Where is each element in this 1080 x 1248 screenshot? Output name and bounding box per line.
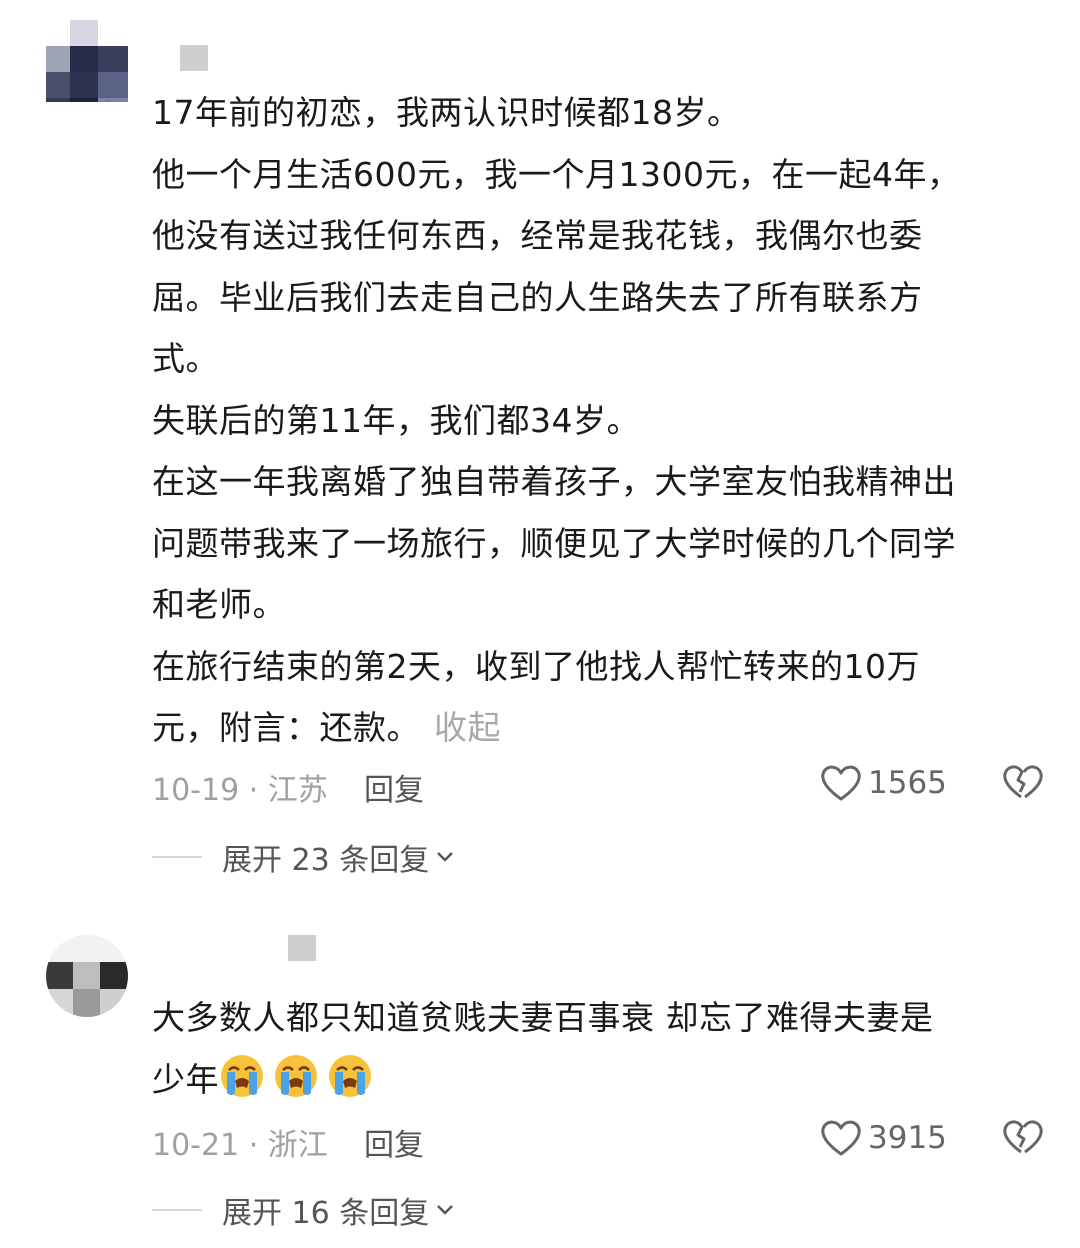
like-count: 3915	[868, 1120, 947, 1156]
loudly-crying-face-emoji	[221, 1054, 263, 1097]
comment-line: 大多数人都只知道贫贱夫妻百事衰 却忘了难得夫妻是	[152, 998, 934, 1037]
expand-replies[interactable]: 展开 16 条回复	[152, 1188, 455, 1232]
loudly-crying-face-emoji	[329, 1054, 371, 1097]
divider-line	[152, 1209, 202, 1211]
comment-text: 17年前的初恋，我两认识时候都18岁。 他一个月生活600元，我一个月1300元…	[152, 82, 1052, 759]
loudly-crying-face-emoji	[275, 1054, 317, 1097]
comment-text: 大多数人都只知道贫贱夫妻百事衰 却忘了难得夫妻是 少年	[152, 987, 1052, 1110]
heart-outline-icon	[821, 1120, 861, 1156]
expand-replies[interactable]: 展开 23 条回复	[152, 835, 455, 879]
comment-last-text: 元，附言：还款。	[152, 708, 420, 747]
date-location: 10-21 · 浙江	[152, 1128, 328, 1163]
avatar[interactable]	[46, 935, 128, 1017]
username-redacted[interactable]	[180, 45, 208, 71]
comment-line: 屈。毕业后我们去走自己的人生路失去了所有联系方	[152, 277, 923, 317]
comment-line: 他一个月生活600元，我一个月1300元，在一起4年，	[152, 154, 961, 194]
comment-line: 少年	[152, 1049, 1052, 1111]
comment-line: 在这一年我离婚了独自带着孩子，大学室友怕我精神出	[152, 462, 956, 501]
username-redacted[interactable]	[288, 935, 316, 961]
like-count: 1565	[868, 765, 947, 801]
date-location: 10-19 · 江苏	[152, 773, 328, 808]
reply-button[interactable]: 回复	[364, 765, 424, 809]
comment-line: 和老师。	[152, 585, 286, 624]
heart-outline-icon	[821, 765, 861, 801]
dislike-button[interactable]	[1002, 764, 1044, 806]
like-button[interactable]: 1565	[820, 764, 947, 802]
expand-label: 展开 16 条回复	[222, 1196, 430, 1231]
comment-line-last: 元，附言：还款。 收起	[152, 697, 1052, 759]
broken-heart-icon	[1003, 1120, 1043, 1154]
comment-line-text: 少年	[152, 1059, 219, 1099]
like-button[interactable]: 3915	[820, 1119, 947, 1157]
comment-line: 他没有送过我任何东西，经常是我花钱，我偶尔也委	[152, 216, 923, 255]
collapse-link[interactable]: 收起	[434, 708, 501, 747]
comment-line: 式。	[152, 339, 219, 378]
chevron-down-icon	[437, 852, 454, 862]
divider-line	[152, 856, 202, 858]
expand-label: 展开 23 条回复	[222, 843, 430, 878]
comment-line: 在旅行结束的第2天，收到了他找人帮忙转来的10万	[152, 646, 920, 686]
broken-heart-icon	[1003, 765, 1043, 799]
dislike-button[interactable]	[1002, 1119, 1044, 1161]
comment-line: 失联后的第11年，我们都34岁。	[152, 400, 640, 440]
chevron-down-icon	[437, 1205, 454, 1215]
avatar[interactable]	[46, 20, 128, 102]
comment-line: 17年前的初恋，我两认识时候都18岁。	[152, 93, 741, 132]
reply-button[interactable]: 回复	[364, 1120, 424, 1164]
comment-line: 问题带我来了一场旅行，顺便见了大学时候的几个同学	[152, 523, 956, 563]
